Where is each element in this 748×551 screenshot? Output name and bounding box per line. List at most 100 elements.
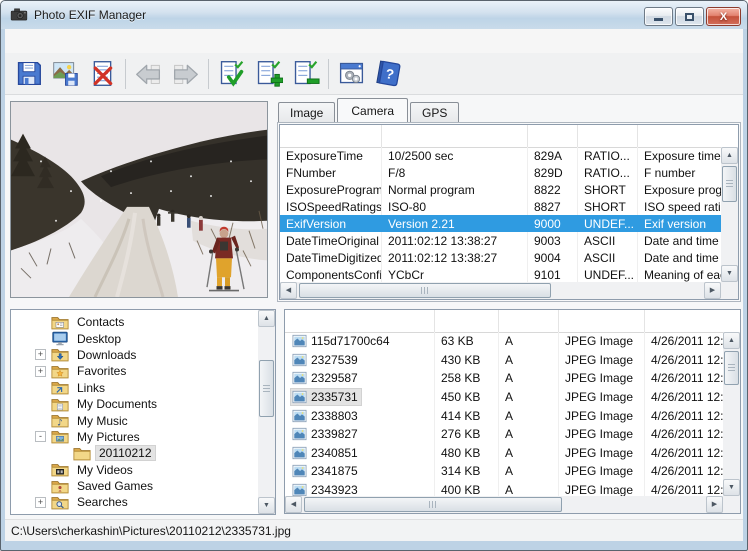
file-row[interactable]: 2341875 314 KB A JPEG Image 4/26/2011 12…	[285, 462, 723, 481]
menu-item-help[interactable]	[81, 38, 103, 44]
apply-exif-button[interactable]	[213, 56, 250, 92]
options-window-button[interactable]	[333, 56, 370, 92]
file-row[interactable]: 2338803 414 KB A JPEG Image 4/26/2011 12…	[285, 406, 723, 425]
file-row[interactable]: 2335731 450 KB A JPEG Image 4/26/2011 12…	[285, 388, 723, 407]
tree-expander-icon[interactable]: +	[35, 349, 46, 360]
file-row[interactable]: 2343923 400 KB A JPEG Image 4/26/2011 12…	[285, 481, 723, 496]
exif-column-header[interactable]	[638, 125, 738, 147]
exif-horizontal-scrollbar[interactable]	[280, 282, 721, 299]
minimize-button[interactable]	[644, 7, 673, 26]
scroll-up-icon[interactable]	[723, 332, 740, 349]
tree-expander-icon[interactable]	[35, 399, 46, 410]
tree-item-20110212[interactable]: 20110212	[11, 445, 258, 461]
exif-row[interactable]: DateTimeOriginal 2011:02:12 13:38:27 900…	[280, 232, 721, 249]
save-button[interactable]	[10, 56, 47, 92]
tree-vscroll-thumb[interactable]	[259, 360, 274, 417]
exif-row[interactable]: ExifVersion Version 2.21 9000 UNDEF... E…	[280, 215, 721, 232]
tree-expander-icon[interactable]	[35, 382, 46, 393]
exif-vertical-scrollbar[interactable]	[721, 147, 738, 282]
file-type-cell: JPEG Image	[559, 481, 645, 496]
exif-row[interactable]: ISOSpeedRatings ISO-80 8827 SHORT ISO sp…	[280, 198, 721, 215]
file-column-header[interactable]	[645, 310, 740, 332]
tree-item-my-pictures[interactable]: - My Pictures	[11, 429, 258, 445]
file-hscroll-thumb[interactable]	[304, 497, 562, 512]
exif-vscroll-thumb[interactable]	[722, 166, 737, 202]
tree-expander-icon[interactable]	[57, 448, 68, 459]
tab-camera[interactable]: Camera	[337, 98, 408, 122]
file-row[interactable]: 2340851 480 KB A JPEG Image 4/26/2011 12…	[285, 444, 723, 463]
tree-item-my-documents[interactable]: My Documents	[11, 396, 258, 412]
exif-tag-cell: 8827	[528, 198, 578, 215]
tree-expander-icon[interactable]: -	[35, 431, 46, 442]
file-column-header[interactable]	[435, 310, 499, 332]
image-file-icon	[292, 334, 307, 348]
tree-item-downloads[interactable]: + Downloads	[11, 347, 258, 363]
exif-row[interactable]: FNumber F/8 829D RATIO... F number	[280, 164, 721, 181]
exif-column-header[interactable]	[280, 125, 382, 147]
file-horizontal-scrollbar[interactable]	[285, 496, 723, 513]
tree-expander-icon[interactable]	[35, 464, 46, 475]
tree-item-saved-games[interactable]: Saved Games	[11, 478, 258, 494]
scroll-left-icon[interactable]	[280, 282, 297, 299]
exif-column-header[interactable]	[578, 125, 638, 147]
tree-expander-icon[interactable]	[35, 317, 46, 328]
tab-gps[interactable]: GPS	[410, 102, 459, 122]
file-column-header[interactable]	[559, 310, 645, 332]
menu-item-exif-tag[interactable]	[37, 38, 59, 44]
file-column-header[interactable]	[499, 310, 559, 332]
exif-table: ExposureTime 10/2500 sec 829A RATIO... E…	[279, 124, 739, 300]
remove-exif-tag-button[interactable]	[287, 56, 324, 92]
next-image-button[interactable]	[167, 56, 204, 92]
file-row[interactable]: 2339827 276 KB A JPEG Image 4/26/2011 12…	[285, 425, 723, 444]
exif-row[interactable]: DateTimeDigitized 2011:02:12 13:38:27 90…	[280, 249, 721, 266]
file-row[interactable]: 115d71700c64 63 KB A JPEG Image 4/26/201…	[285, 332, 723, 351]
scroll-down-icon[interactable]	[723, 479, 740, 496]
tree-expander-icon[interactable]	[35, 333, 46, 344]
save-image-button[interactable]	[47, 56, 84, 92]
tree-vertical-scrollbar[interactable]	[258, 310, 275, 514]
exif-column-header[interactable]	[382, 125, 528, 147]
delete-exif-list-button[interactable]	[84, 56, 121, 92]
scroll-up-icon[interactable]	[721, 147, 738, 164]
scroll-up-icon[interactable]	[258, 310, 275, 327]
tree-item-searches[interactable]: + Searches	[11, 494, 258, 510]
file-column-header[interactable]	[285, 310, 435, 332]
tree-expander-icon[interactable]	[35, 481, 46, 492]
tree-expander-icon[interactable]: +	[35, 366, 46, 377]
scroll-right-icon[interactable]	[704, 282, 721, 299]
scroll-right-icon[interactable]	[706, 496, 723, 513]
close-button[interactable]	[706, 7, 741, 26]
tree-item-my-music[interactable]: My Music	[11, 412, 258, 428]
exif-row[interactable]: ExposureTime 10/2500 sec 829A RATIO... E…	[280, 147, 721, 164]
file-rows: 115d71700c64 63 KB A JPEG Image 4/26/201…	[285, 332, 723, 496]
tree-expander-icon[interactable]	[35, 415, 46, 426]
add-exif-tag-button[interactable]	[250, 56, 287, 92]
documents-folder-icon	[51, 397, 69, 412]
file-vscroll-thumb[interactable]	[724, 351, 739, 385]
tree-expander-icon[interactable]: +	[35, 497, 46, 508]
scroll-down-icon[interactable]	[721, 265, 738, 282]
exif-row[interactable]: ComponentsConfig... YCbCr 9101 UNDEF... …	[280, 266, 721, 282]
menu-item-options[interactable]	[59, 38, 81, 44]
tree-item-links[interactable]: Links	[11, 380, 258, 396]
scroll-left-icon[interactable]	[285, 496, 302, 513]
maximize-button[interactable]	[675, 7, 704, 26]
tree-item-my-videos[interactable]: My Videos	[11, 462, 258, 478]
help-book-button[interactable]	[370, 56, 407, 92]
file-vertical-scrollbar[interactable]	[723, 332, 740, 496]
exif-row[interactable]: ExposureProgram Normal program 8822 SHOR…	[280, 181, 721, 198]
exif-column-header[interactable]	[528, 125, 578, 147]
tree-item-favorites[interactable]: + Favorites	[11, 363, 258, 379]
file-row[interactable]: 2327539 430 KB A JPEG Image 4/26/2011 12…	[285, 351, 723, 370]
exif-value-cell: 2011:02:12 13:38:27	[382, 232, 528, 249]
tree-item-desktop[interactable]: Desktop	[11, 330, 258, 346]
exif-hscroll-thumb[interactable]	[299, 283, 551, 298]
previous-image-button[interactable]	[130, 56, 167, 92]
toolbar-separator	[328, 59, 329, 89]
scroll-down-icon[interactable]	[258, 497, 275, 514]
file-row[interactable]: 2329587 258 KB A JPEG Image 4/26/2011 12…	[285, 369, 723, 388]
menu-item-file[interactable]	[15, 38, 37, 44]
tab-image[interactable]: Image	[278, 102, 335, 122]
tree-item-contacts[interactable]: Contacts	[11, 314, 258, 330]
title-bar[interactable]: Photo EXIF Manager	[1, 1, 747, 29]
